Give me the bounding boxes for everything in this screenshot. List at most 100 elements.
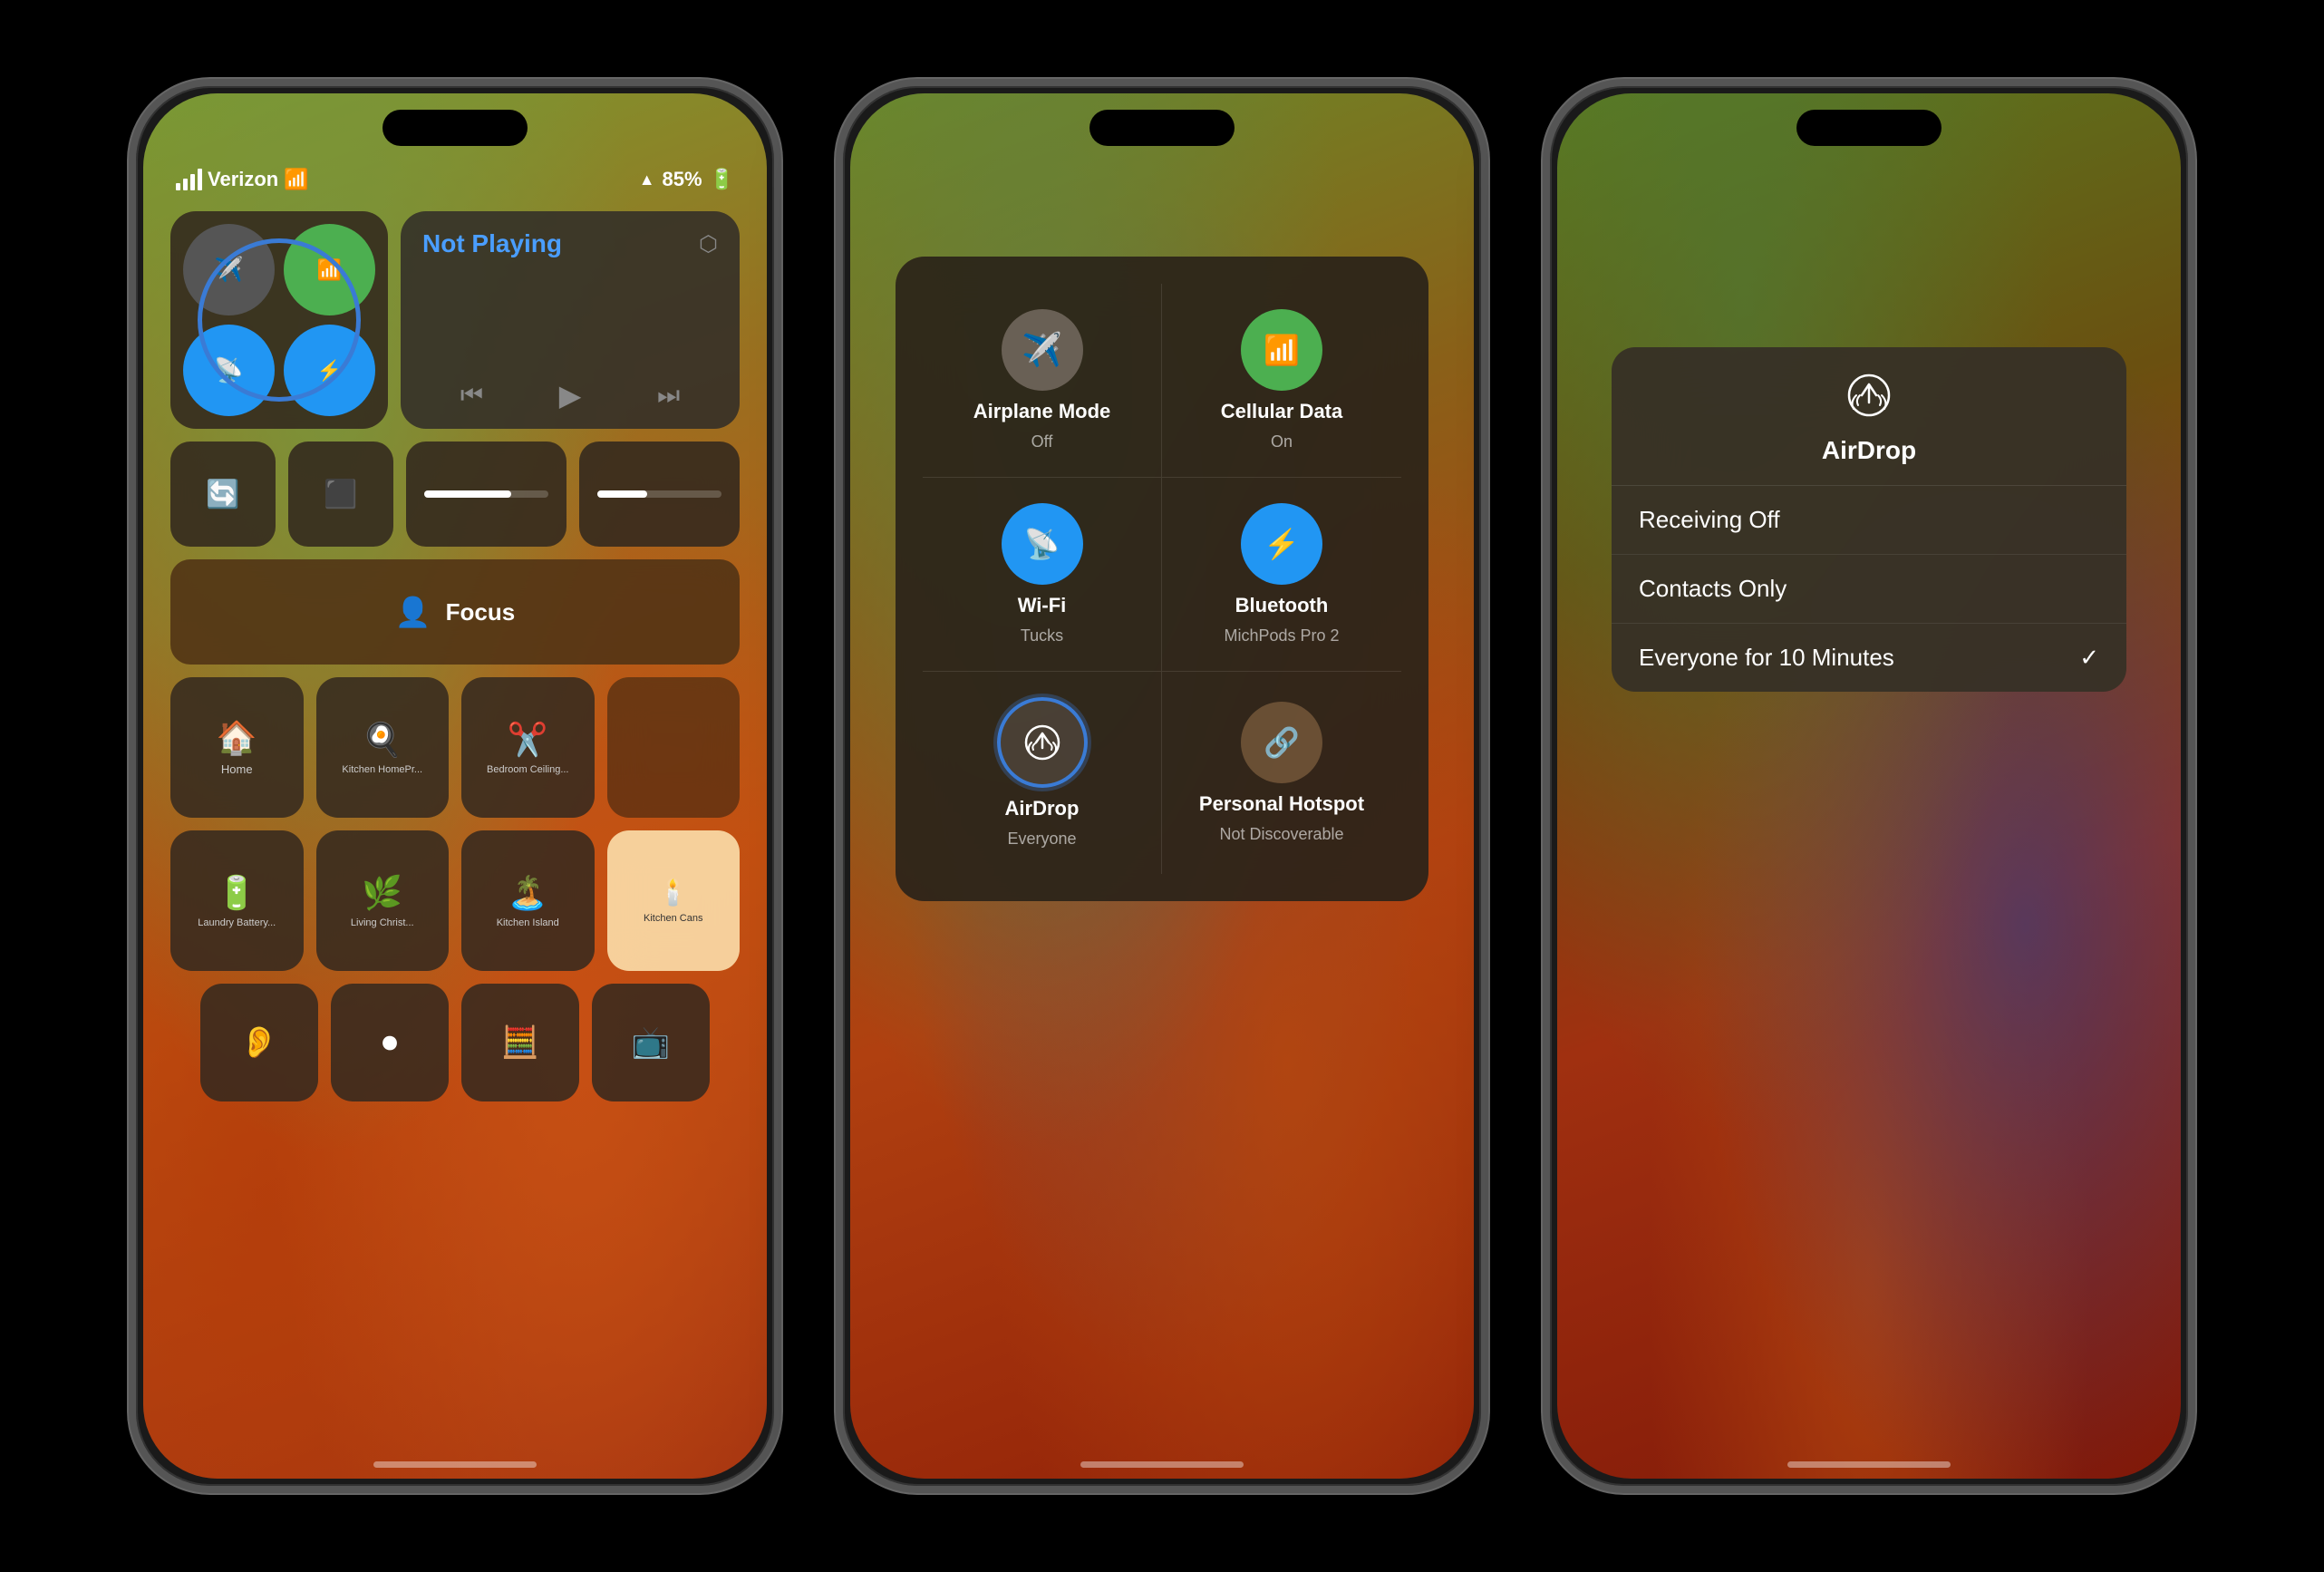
media-title: Not Playing [422, 229, 562, 258]
kitchen-cans-tile[interactable]: 🕯️ Kitchen Cans [607, 830, 741, 971]
exp-bluetooth-cell[interactable]: ⚡ Bluetooth MichPods Pro 2 [1162, 478, 1401, 672]
record-tile[interactable]: ⏺ [331, 984, 449, 1101]
wifi-btn[interactable]: 📡 [183, 325, 275, 416]
exp-bluetooth-btn[interactable]: ⚡ [1241, 503, 1322, 585]
exp-grid: ✈️ Airplane Mode Off 📶 Cellular Data On … [923, 284, 1401, 874]
location-icon: ▲ [639, 170, 655, 189]
home-label: Home [221, 762, 253, 776]
screen-lock-icon: 🔄 [206, 479, 239, 510]
home-indicator-2 [1080, 1461, 1244, 1468]
exp-cellular-label: Cellular Data [1221, 400, 1343, 423]
kitchen-home-tile[interactable]: 🍳 Kitchen HomePr... [316, 677, 450, 818]
exp-airdrop-btn[interactable] [997, 697, 1088, 788]
signal-bar-3 [190, 174, 195, 190]
exp-hotspot-sublabel: Not Discoverable [1219, 825, 1343, 844]
volume-tile[interactable] [579, 442, 740, 547]
exp-cellular-sublabel: On [1271, 432, 1293, 451]
receiving-off-label: Receiving Off [1639, 506, 1780, 534]
exp-airplane-label: Airplane Mode [973, 400, 1111, 423]
living-icon: 🌿 [362, 874, 402, 912]
exp-cellular-btn[interactable]: 📶 [1241, 309, 1322, 391]
bottom-bar: 👂 ⏺ 🧮 📺 [170, 984, 740, 1101]
exp-airdrop-label: AirDrop [1005, 797, 1080, 820]
app-row-2: 🔋 Laundry Battery... 🌿 Living Christ... … [170, 830, 740, 971]
screen-mirror-tile[interactable]: ⬛ [288, 442, 393, 547]
exp-hotspot-cell[interactable]: 🔗 Personal Hotspot Not Discoverable [1162, 672, 1401, 874]
bedroom-icon: ✂️ [508, 721, 548, 759]
kitchen-island-icon: 🏝️ [508, 874, 548, 912]
signal-bars [176, 169, 202, 190]
media-next-btn[interactable]: ⏭ [657, 381, 680, 411]
connectivity-tile[interactable]: ✈️ 📶 📡 ⚡ [170, 211, 388, 429]
signal-bar-1 [176, 183, 180, 190]
phone3-screen: AirDrop Receiving Off Contacts Only Ever… [1557, 93, 2181, 1479]
airplay-icon[interactable]: ⬡ [699, 231, 718, 257]
exp-wifi-btn[interactable]: 📡 [1002, 503, 1083, 585]
airdrop-menu[interactable]: AirDrop Receiving Off Contacts Only Ever… [1612, 347, 2126, 692]
carrier-label: Verizon [208, 168, 278, 191]
hearing-tile[interactable]: 👂 [200, 984, 318, 1101]
exp-airplane-cell[interactable]: ✈️ Airplane Mode Off [923, 284, 1162, 478]
exp-cellular-cell[interactable]: 📶 Cellular Data On [1162, 284, 1401, 478]
kitchen-cans-label: Kitchen Cans [644, 913, 702, 924]
home-icon: 🏠 [217, 719, 257, 757]
signal-bar-2 [183, 179, 188, 190]
spacer-tile [607, 677, 741, 818]
phone2-screen: ✈️ Airplane Mode Off 📶 Cellular Data On … [850, 93, 1474, 1479]
battery-icon: 🔋 [710, 168, 734, 191]
menu-item-everyone-10min[interactable]: Everyone for 10 Minutes ✓ [1612, 623, 2126, 692]
phone3-background [1557, 93, 2181, 1479]
laundry-tile[interactable]: 🔋 Laundry Battery... [170, 830, 304, 971]
media-play-btn[interactable]: ▶ [559, 378, 582, 412]
volume-fill [597, 490, 647, 498]
cc-row-2: 🔄 ⬛ [170, 442, 740, 547]
laundry-icon: 🔋 [217, 874, 257, 912]
iphone-3: AirDrop Receiving Off Contacts Only Ever… [1543, 79, 2195, 1493]
phone1-screen: Verizon 📶 ▲ 85% 🔋 ✈️ 📶 [143, 93, 767, 1479]
conn-grid: ✈️ 📶 📡 ⚡ [170, 211, 388, 429]
cellular-btn[interactable]: 📶 [284, 224, 375, 315]
app-row-1: 🏠 Home 🍳 Kitchen HomePr... ✂️ Bedroom Ce… [170, 677, 740, 818]
media-top: Not Playing ⬡ [422, 229, 718, 258]
cc-row-3: 👤 Focus [170, 559, 740, 665]
remote-tile[interactable]: 📺 [592, 984, 710, 1101]
contacts-only-label: Contacts Only [1639, 575, 1787, 603]
calculator-tile[interactable]: 🧮 [461, 984, 579, 1101]
exp-hotspot-btn[interactable]: 🔗 [1241, 702, 1322, 783]
bluetooth-btn[interactable]: ⚡ [284, 325, 375, 416]
media-prev-btn[interactable]: ⏮ [460, 381, 483, 411]
screen-mirror-icon: ⬛ [324, 479, 357, 510]
brightness-bar [424, 490, 548, 498]
iphone-2: ✈️ Airplane Mode Off 📶 Cellular Data On … [836, 79, 1488, 1493]
exp-airplane-btn[interactable]: ✈️ [1002, 309, 1083, 391]
kitchen-home-label: Kitchen HomePr... [342, 764, 422, 775]
airplane-btn[interactable]: ✈️ [183, 224, 275, 315]
kitchen-cans-icon: 🕯️ [657, 878, 689, 907]
living-tile[interactable]: 🌿 Living Christ... [316, 830, 450, 971]
exp-bluetooth-sublabel: MichPods Pro 2 [1224, 626, 1339, 645]
dynamic-island-2 [1089, 110, 1235, 146]
screen-lock-tile[interactable]: 🔄 [170, 442, 276, 547]
expanded-connectivity-panel[interactable]: ✈️ Airplane Mode Off 📶 Cellular Data On … [896, 257, 1428, 901]
media-tile[interactable]: Not Playing ⬡ ⏮ ▶ ⏭ [401, 211, 740, 429]
focus-icon: 👤 [395, 595, 431, 629]
exp-airplane-sublabel: Off [1031, 432, 1053, 451]
home-tile[interactable]: 🏠 Home [170, 677, 304, 818]
exp-wifi-cell[interactable]: 📡 Wi-Fi Tucks [923, 478, 1162, 672]
home-indicator-3 [1787, 1461, 1951, 1468]
dynamic-island-1 [382, 110, 528, 146]
bedroom-tile[interactable]: ✂️ Bedroom Ceiling... [461, 677, 595, 818]
wifi-icon: 📶 [284, 168, 308, 191]
menu-item-contacts-only[interactable]: Contacts Only [1612, 554, 2126, 623]
volume-bar [597, 490, 721, 498]
menu-item-receiving-off[interactable]: Receiving Off [1612, 486, 2126, 554]
exp-airdrop-cell[interactable]: AirDrop Everyone [923, 672, 1162, 874]
home-indicator-1 [373, 1461, 537, 1468]
exp-wifi-label: Wi-Fi [1018, 594, 1067, 617]
exp-wifi-sublabel: Tucks [1021, 626, 1063, 645]
focus-tile[interactable]: 👤 Focus [170, 559, 740, 665]
kitchen-island-tile[interactable]: 🏝️ Kitchen Island [461, 830, 595, 971]
kitchen-home-icon: 🍳 [362, 721, 402, 759]
brightness-tile[interactable] [406, 442, 566, 547]
brightness-fill [424, 490, 511, 498]
